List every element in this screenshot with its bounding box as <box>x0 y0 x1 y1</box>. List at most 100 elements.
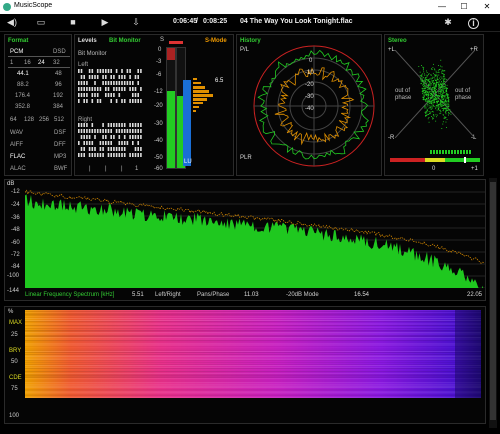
m-peak-bar <box>169 41 183 44</box>
window-title: MusicScope <box>14 2 53 9</box>
format-dsd[interactable]: DSD <box>53 49 66 55</box>
title-bar: MusicScope — ☐ ✕ <box>0 0 500 14</box>
open-folder-icon[interactable]: ▭ <box>34 17 48 28</box>
levels-mode[interactable]: Bit Monitor <box>109 38 141 44</box>
mode-20db[interactable]: -20dB Mode <box>286 292 319 298</box>
peak-value: 6.5 <box>215 78 224 84</box>
stereo-title: Stereo <box>388 38 407 44</box>
close-button[interactable]: ✕ <box>481 1 493 13</box>
ring-10: -10 <box>305 70 314 76</box>
smode-label[interactable]: S-Mode <box>205 38 227 44</box>
mode-left-right[interactable]: Left/Right <box>155 292 181 298</box>
bit-24: 24 <box>38 60 45 66</box>
spectro-25: 25 <box>11 332 18 338</box>
spectrum-panel: dB -12 -24 -36 -48 -60 -72 -84 -100 -144… <box>4 179 486 301</box>
info-icon[interactable]: i <box>468 18 479 29</box>
format-pcm[interactable]: PCM <box>10 49 23 55</box>
file-wav: WAV <box>10 130 23 136</box>
format-panel: Format PCM DSD 1 16 24 32 44.1 48 88.2 9… <box>4 34 72 176</box>
rate-48: 48 <box>55 71 62 77</box>
spectro-max: MAX <box>9 320 23 326</box>
scrollbar-thumb[interactable] <box>490 182 496 420</box>
spec-db-72: -72 <box>11 252 20 258</box>
minus-r-label: -R <box>388 135 395 141</box>
db-tick-20: -20 <box>154 103 163 109</box>
mark-2: | <box>105 166 107 172</box>
db-tick-6: -6 <box>156 72 162 78</box>
rate-44: 44.1 <box>17 71 29 77</box>
db-tick-40: -40 <box>154 138 163 144</box>
correlation-bar <box>390 157 480 163</box>
mode-pans-phase[interactable]: Pans/Phase <box>197 292 229 298</box>
format-divider <box>8 56 70 57</box>
dsd-128: 128 <box>24 117 35 123</box>
rate-96: 96 <box>55 82 62 88</box>
minimize-button[interactable]: — <box>436 1 448 13</box>
file-aiff: AIFF <box>10 142 23 148</box>
db-tick-0: 0 <box>158 47 162 53</box>
file-mp3: MP3 <box>54 154 67 160</box>
db-tick-60: -60 <box>154 166 163 172</box>
spectro-75: 75 <box>11 386 18 392</box>
spec-db-144: -144 <box>7 288 20 294</box>
right-bit-grid <box>78 123 142 157</box>
spec-db-60: -60 <box>11 240 20 246</box>
ring-0: 0 <box>309 58 313 64</box>
out-of-phase-right: out of phase <box>455 88 472 101</box>
spectro-percent: % <box>8 309 14 315</box>
spec-db-24: -24 <box>11 202 20 208</box>
mark-4: 1 <box>135 166 139 172</box>
file-alac: ALAC <box>10 166 26 172</box>
volume-icon[interactable]: ◀) <box>5 17 19 28</box>
history-panel: History P/L PLR 0 -10 -20 -30 -40 <box>236 34 382 176</box>
rate-176: 176.4 <box>15 93 31 99</box>
settings-icon[interactable]: ✱ <box>441 17 455 28</box>
mark-1: | <box>89 166 91 172</box>
stereo-panel: Stereo +L +R -R -L out of phase out of p… <box>384 34 484 176</box>
corr-zero: 0 <box>432 166 436 172</box>
time-separator: / <box>196 18 198 25</box>
play-icon[interactable]: ▶ <box>98 17 112 28</box>
db-tick-3: -3 <box>156 59 162 65</box>
file-bwf: BWF <box>54 166 68 172</box>
format-divider-2 <box>8 67 70 68</box>
elapsed-time: 0:06:45 <box>173 18 198 25</box>
export-icon[interactable]: ⇩ <box>129 17 143 28</box>
bit-32: 32 <box>53 60 60 66</box>
left-meter <box>166 47 176 169</box>
out-of-phase-left: out of phase <box>395 88 412 101</box>
left-bit-grid <box>78 69 142 103</box>
corr-plus: +1 <box>471 166 478 172</box>
spectrogram-panel: % MAX 25 BRY 50 CDE 75 100 <box>4 306 486 424</box>
db-tick-30: -30 <box>154 121 163 127</box>
bit-1: 1 <box>10 60 14 66</box>
maximize-button[interactable]: ☐ <box>458 1 470 13</box>
spec-db-84: -84 <box>11 264 20 270</box>
total-time: 0:08:25 <box>203 18 228 25</box>
history-radar: 0 -10 -20 -30 -40 <box>253 45 375 167</box>
spec-db-100: -100 <box>7 273 20 279</box>
x-tick-11: 11.03 <box>244 292 259 298</box>
ring-30: -30 <box>305 94 314 100</box>
s-label: S <box>159 37 164 43</box>
file-dsf: DSF <box>54 130 66 136</box>
rate-88: 88.2 <box>17 82 29 88</box>
spectrum-plot <box>25 189 485 288</box>
levels-panel: Levels Bit Monitor Bit Monitor Left Righ… <box>74 34 234 176</box>
x-tick-5: 5.51 <box>132 292 144 298</box>
track-name: 04 The Way You Look Tonight.flac <box>240 18 353 25</box>
spec-db-12: -12 <box>11 189 20 195</box>
file-dff: DFF <box>54 142 66 148</box>
spectrum-title: Linear Frequency Spectrum [kHz] <box>25 292 115 298</box>
plus-l-label: +L <box>388 47 395 53</box>
mark-3: | <box>121 166 123 172</box>
x-tick-22: 22.05 <box>467 292 483 298</box>
spectro-100: 100 <box>9 413 20 419</box>
rate-192: 192 <box>53 93 64 99</box>
stop-icon[interactable]: ■ <box>66 17 80 28</box>
spectro-50: 50 <box>11 359 18 365</box>
lu-label: LU <box>184 159 192 165</box>
dsd-64: 64 <box>10 117 17 123</box>
bit-16: 16 <box>24 60 31 66</box>
correlation-history <box>430 150 472 154</box>
